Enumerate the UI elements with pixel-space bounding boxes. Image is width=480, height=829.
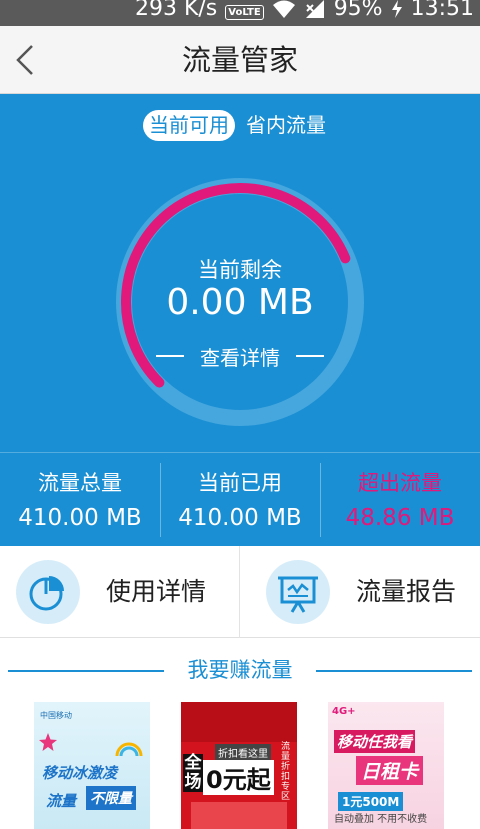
charging-icon: [391, 0, 402, 18]
promo-card-daily-sim[interactable]: 4G+ 移动任我看 日租卡 1元500M 自动叠加 不用不收费: [328, 702, 444, 829]
stats-row: 流量总量 410.00 MB 当前已用 410.00 MB 超出流量 48.86…: [0, 452, 480, 546]
stat-used-value: 410.00 MB: [178, 505, 302, 531]
signal-icon: [305, 0, 324, 18]
promo-note: 自动叠加 不用不收费: [334, 814, 428, 825]
app-header: 流量管家: [0, 26, 480, 94]
promo-card-ice-cream[interactable]: 中国移动 移动冰激凌 流量 不限量: [34, 702, 150, 829]
promo-sub-a: 流量: [46, 792, 77, 810]
earn-data-section: 我要赚流量 中国移动 移动冰激凌 流量 不限量 折扣看这里 全场 0元起 流量折…: [0, 638, 480, 829]
promo-title: 移动任我看: [334, 730, 416, 753]
usage-details-button[interactable]: 使用详情: [0, 546, 240, 638]
rainbow-icon: [115, 742, 143, 757]
data-report-label: 流量报告: [356, 577, 457, 606]
remaining-label: 当前剩余: [198, 258, 282, 282]
promo-card-discount[interactable]: 折扣看这里 全场 0元起 流量折扣专区: [181, 702, 297, 829]
stat-overage: 超出流量 48.86 MB: [320, 453, 480, 547]
promo-side: 流量折扣专区: [281, 742, 291, 802]
promo-brand: 中国移动: [40, 711, 72, 720]
action-row: 使用详情 流量报告: [0, 546, 480, 638]
data-report-button[interactable]: 流量报告: [240, 546, 480, 638]
star-icon: [39, 733, 57, 751]
stat-overage-value: 48.86 MB: [345, 505, 455, 531]
stat-total-value: 410.00 MB: [18, 505, 142, 531]
status-bar: 293 K/s VoLTE 95% 13:51: [0, 0, 480, 26]
promo-title: 移动冰激凌: [42, 764, 118, 782]
promo-bottom-band: [191, 802, 287, 829]
earn-section-title: 我要赚流量: [187, 658, 293, 682]
promo-big-1: 全场: [183, 753, 203, 792]
volte-icon: VoLTE: [225, 4, 264, 20]
tab-in-province[interactable]: 省内流量: [246, 110, 326, 141]
clock: 13:51: [410, 0, 474, 21]
battery-percent: 95%: [333, 0, 383, 21]
promo-sub: 日租卡: [356, 756, 424, 785]
stat-total: 流量总量 410.00 MB: [0, 453, 160, 547]
stat-used: 当前已用 410.00 MB: [160, 453, 320, 547]
page-title: 流量管家: [181, 43, 298, 77]
promo-sub-b: 不限量: [86, 786, 136, 810]
promo-big-2: 0元起: [203, 760, 274, 795]
tab-bar: 当前可用 省内流量: [0, 110, 480, 142]
report-board-icon: [266, 560, 330, 624]
view-details-link[interactable]: 查看详情: [150, 342, 330, 371]
promo-badge: 折扣看这里: [215, 744, 271, 761]
stat-used-label: 当前已用: [198, 471, 282, 495]
data-usage-panel: 当前可用 省内流量 当前剩余 0.00 MB 查看详情 流量总量 410.00 …: [0, 94, 480, 546]
tab-current-available[interactable]: 当前可用: [143, 110, 235, 141]
stat-overage-label: 超出流量: [358, 471, 442, 495]
network-speed: 293 K/s: [134, 0, 218, 21]
promo-price: 1元500M: [338, 792, 404, 811]
promo-tag: 4G+: [332, 706, 356, 717]
title-rule: [316, 670, 472, 672]
promo-top-band: [181, 702, 297, 742]
usage-details-label: 使用详情: [106, 577, 207, 606]
pie-chart-icon: [16, 560, 80, 624]
stat-total-label: 流量总量: [38, 471, 122, 495]
wifi-icon: [272, 0, 295, 18]
remaining-value: 0.00 MB: [166, 282, 314, 323]
